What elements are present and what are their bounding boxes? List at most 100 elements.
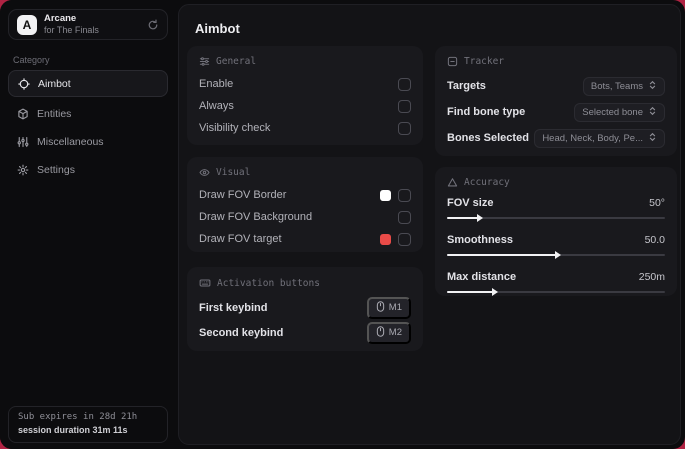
sidebar: A Arcane for The Finals Category Aimbot xyxy=(0,0,176,449)
card-accuracy: Accuracy FOV size 50° Smoothness 50.0 Ma… xyxy=(435,167,677,296)
slider-thumb[interactable] xyxy=(476,214,483,222)
slider-thumb[interactable] xyxy=(491,288,498,296)
slider-fill xyxy=(447,288,498,296)
brand-card: A Arcane for The Finals xyxy=(8,9,168,40)
setting-label: FOV size xyxy=(447,197,494,209)
sidebar-item-label: Settings xyxy=(37,163,75,176)
card-general: General Enable Always Visibility check xyxy=(187,46,423,145)
fov-border-color-swatch[interactable] xyxy=(380,189,391,201)
setting-row-find-bone-type: Find bone type Selected bone xyxy=(447,99,665,125)
setting-label: Find bone type xyxy=(447,106,526,118)
setting-label: Bones Selected xyxy=(447,132,529,144)
fov-background-checkbox[interactable] xyxy=(398,210,411,224)
find-bone-type-select[interactable]: Selected bone xyxy=(574,102,665,122)
card-title: Accuracy xyxy=(464,177,510,188)
setting-label: Always xyxy=(199,100,234,112)
brand-subtitle: for The Finals xyxy=(44,24,99,35)
crosshair-icon xyxy=(18,77,30,90)
keyboard-icon xyxy=(199,277,211,289)
bones-selected-select[interactable]: Head, Neck, Body, Pe... xyxy=(534,128,665,148)
slider-fill xyxy=(447,214,483,222)
smoothness-value: 50.0 xyxy=(644,234,665,246)
setting-label: First keybind xyxy=(199,301,268,314)
setting-label: Max distance xyxy=(447,271,517,283)
refresh-icon[interactable] xyxy=(147,19,159,31)
keybind-value: M2 xyxy=(388,327,402,338)
fov-size-value: 50° xyxy=(649,197,665,209)
setting-row-enable: Enable xyxy=(199,73,411,95)
setting-row-fov-border: Draw FOV Border xyxy=(199,184,411,206)
smoothness-slider[interactable] xyxy=(447,250,665,260)
setting-row-second-keybind: Second keybind M2 xyxy=(199,320,411,345)
visibility-check-checkbox[interactable] xyxy=(398,121,411,135)
triangle-icon xyxy=(447,177,458,188)
select-value: Selected bone xyxy=(582,106,643,118)
card-visual: Visual Draw FOV Border Draw FOV Backgrou… xyxy=(187,157,423,252)
sidebar-item-label: Entities xyxy=(37,107,72,120)
setting-row-fov-size: FOV size 50° xyxy=(447,194,665,223)
fov-size-slider[interactable] xyxy=(447,213,665,223)
keybind-value: M1 xyxy=(388,302,402,313)
setting-label: Visibility check xyxy=(199,122,271,134)
setting-label: Smoothness xyxy=(447,234,514,246)
select-value: Head, Neck, Body, Pe... xyxy=(542,132,643,144)
sidebar-item-label: Aimbot xyxy=(38,77,71,90)
frame-dash-icon xyxy=(447,56,458,67)
setting-label: Draw FOV Background xyxy=(199,211,313,223)
sidebar-item-miscellaneous[interactable]: Miscellaneous xyxy=(8,128,168,155)
setting-label: Draw FOV target xyxy=(199,233,282,245)
enable-checkbox[interactable] xyxy=(398,77,411,91)
setting-row-max-distance: Max distance 250m xyxy=(447,268,665,297)
max-distance-value: 250m xyxy=(638,271,665,283)
card-activation-buttons: Activation buttons First keybind M1 Seco… xyxy=(187,267,423,351)
setting-label: Second keybind xyxy=(199,326,284,339)
main-panel: Aimbot General Enable Always Visibility … xyxy=(178,4,681,445)
sidebar-item-settings[interactable]: Settings xyxy=(8,156,168,183)
targets-select[interactable]: Bots, Teams xyxy=(582,76,665,96)
brand-name: Arcane xyxy=(44,12,77,24)
eye-icon xyxy=(199,167,210,178)
mouse-icon xyxy=(376,325,385,340)
brand-logo: A xyxy=(17,14,37,35)
setting-row-always: Always xyxy=(199,95,411,117)
card-title: Visual xyxy=(216,167,251,178)
sidebar-item-entities[interactable]: Entities xyxy=(8,100,168,127)
chevrons-up-down-icon xyxy=(648,106,657,119)
setting-row-targets: Targets Bots, Teams xyxy=(447,73,665,99)
second-keybind-button[interactable]: M2 xyxy=(366,321,411,344)
sliders-horizontal-icon xyxy=(199,56,210,67)
setting-label: Draw FOV Border xyxy=(199,189,287,201)
fov-border-checkbox[interactable] xyxy=(398,188,411,202)
max-distance-slider[interactable] xyxy=(447,287,665,297)
sub-expiry-text: Sub expires in 28d 21h xyxy=(18,412,138,422)
setting-row-fov-background: Draw FOV Background xyxy=(199,206,411,228)
always-checkbox[interactable] xyxy=(398,99,411,113)
slider-thumb[interactable] xyxy=(555,251,561,259)
session-duration-text: session duration 31m 11s xyxy=(18,425,128,435)
page-title: Aimbot xyxy=(195,21,240,36)
first-keybind-button[interactable]: M1 xyxy=(366,296,411,319)
sidebar-item-aimbot[interactable]: Aimbot xyxy=(8,70,168,97)
fov-target-color-swatch[interactable] xyxy=(380,233,391,245)
brand-text: Arcane for The Finals xyxy=(44,12,140,35)
chevrons-up-down-icon xyxy=(648,80,657,93)
setting-row-fov-target: Draw FOV target xyxy=(199,228,411,250)
setting-label: Targets xyxy=(447,80,486,92)
card-title: Tracker xyxy=(464,56,505,67)
slider-fill xyxy=(447,251,561,259)
setting-row-visibility-check: Visibility check xyxy=(199,117,411,139)
category-label: Category xyxy=(13,55,50,65)
card-tracker: Tracker Targets Bots, Teams Find bone ty… xyxy=(435,46,677,156)
fov-target-checkbox[interactable] xyxy=(398,232,411,246)
app-window: A Arcane for The Finals Category Aimbot xyxy=(0,0,685,449)
gear-icon xyxy=(17,164,29,176)
setting-label: Enable xyxy=(199,78,234,90)
subscription-info: Sub expires in 28d 21h session duration … xyxy=(8,406,168,443)
mouse-icon xyxy=(376,300,385,315)
select-value: Bots, Teams xyxy=(590,80,643,92)
card-title: General xyxy=(216,56,257,67)
cube-icon xyxy=(17,108,29,120)
setting-row-bones-selected: Bones Selected Head, Neck, Body, Pe... xyxy=(447,125,665,151)
sliders-icon xyxy=(17,136,29,148)
setting-row-smoothness: Smoothness 50.0 xyxy=(447,231,665,260)
